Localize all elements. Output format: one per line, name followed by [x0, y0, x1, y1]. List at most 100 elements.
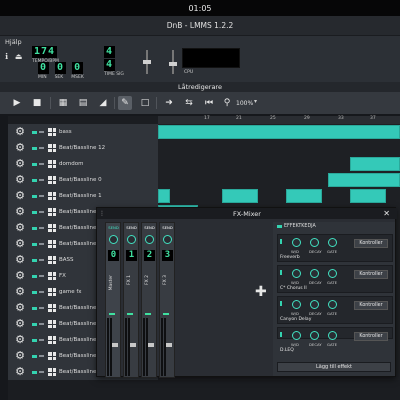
effect-slot[interactable]: W/D DECAY GATE Freeverb Kontroller [277, 234, 393, 262]
pattern-clip[interactable] [328, 173, 400, 187]
pattern-clip[interactable] [286, 189, 322, 203]
gear-icon[interactable]: ⚙ [14, 222, 26, 234]
channel-mute-led[interactable] [127, 313, 133, 315]
gear-icon[interactable]: ⚙ [14, 302, 26, 314]
effect-knob[interactable] [328, 331, 337, 340]
effect-controls-button[interactable]: Kontroller [354, 270, 388, 279]
play-icon[interactable]: ▶ [10, 96, 24, 110]
track-header[interactable]: ⚙ domdom [8, 156, 158, 172]
solo-led[interactable] [39, 195, 44, 197]
send-button[interactable]: SEND [143, 225, 156, 231]
solo-led[interactable] [39, 211, 44, 213]
effect-knob[interactable] [328, 238, 337, 247]
channel-mute-led[interactable] [109, 313, 115, 315]
solo-led[interactable] [39, 131, 44, 133]
gear-icon[interactable]: ⚙ [14, 366, 26, 378]
gear-icon[interactable]: ⚙ [14, 158, 26, 170]
solo-led[interactable] [39, 243, 44, 245]
mixer-channel-master[interactable]: SEND 0 Master [105, 222, 121, 378]
channel-fader[interactable] [112, 343, 118, 347]
mute-led[interactable] [32, 322, 37, 326]
add-sample-track-icon[interactable]: ▤ [76, 96, 90, 110]
stop-behaviour-icon[interactable]: ⏮ [202, 96, 216, 110]
effect-enable-led[interactable] [280, 332, 282, 337]
track-row[interactable]: ⚙ Beat/Bassline 12 [8, 140, 400, 156]
chain-enable-led[interactable] [277, 225, 282, 228]
metronome-icon[interactable]: ⏏ [14, 52, 23, 61]
track-name[interactable]: BASS [59, 257, 74, 263]
solo-led[interactable] [39, 371, 44, 373]
channel-fader[interactable] [130, 343, 136, 347]
add-beat-track-icon[interactable]: ▦ [56, 96, 70, 110]
mixer-channel[interactable]: SEND 2 FX 2 [141, 222, 157, 378]
track-lane[interactable] [158, 124, 400, 140]
track-lane[interactable] [158, 188, 400, 204]
close-icon[interactable]: ✕ [383, 209, 390, 218]
mixer-channel[interactable]: SEND 1 FX 1 [123, 222, 139, 378]
solo-led[interactable] [39, 275, 44, 277]
track-header[interactable]: ⚙ Beat/Bassline 12 [8, 140, 158, 156]
pattern-clip[interactable] [158, 125, 400, 139]
pattern-clip[interactable] [350, 157, 400, 171]
master-pitch-slider[interactable] [169, 50, 177, 74]
mute-led[interactable] [32, 130, 37, 134]
gear-icon[interactable]: ⚙ [14, 350, 26, 362]
channel-mute-led[interactable] [163, 313, 169, 315]
pattern-clip[interactable] [350, 189, 386, 203]
effect-knob[interactable] [328, 269, 337, 278]
track-row[interactable]: ⚙ bass [8, 124, 400, 140]
effect-knob[interactable] [292, 238, 301, 247]
gear-icon[interactable]: ⚙ [14, 334, 26, 346]
effect-slot[interactable]: W/D DECAY GATE Canyon Delay Kontroller [277, 296, 393, 324]
master-volume-knob[interactable] [143, 60, 151, 64]
gear-icon[interactable]: ⚙ [14, 142, 26, 154]
track-lane[interactable] [158, 172, 400, 188]
timeline-ruler[interactable]: 17 21 25 29 33 37 [158, 116, 400, 124]
gear-icon[interactable]: ⚙ [14, 318, 26, 330]
time-signature[interactable]: 4 4 TIME SIG [104, 46, 124, 77]
mute-led[interactable] [32, 290, 37, 294]
send-button[interactable]: SEND [125, 225, 138, 231]
master-pitch-knob[interactable] [169, 62, 177, 66]
send-amount-knob[interactable] [127, 235, 136, 244]
solo-led[interactable] [39, 259, 44, 261]
mute-led[interactable] [32, 242, 37, 246]
loop-points-icon[interactable]: ⇆ [182, 96, 196, 110]
effect-enable-led[interactable] [280, 239, 282, 244]
effect-slot[interactable]: W/D DECAY GATE D.LEQ Kontroller [277, 327, 393, 353]
channel-fader[interactable] [166, 343, 172, 347]
mute-led[interactable] [32, 146, 37, 150]
solo-led[interactable] [39, 227, 44, 229]
mute-led[interactable] [32, 258, 37, 262]
info-icon[interactable]: ℹ [2, 52, 11, 61]
solo-led[interactable] [39, 291, 44, 293]
send-amount-knob[interactable] [109, 235, 118, 244]
draw-mode-icon[interactable]: ✎ [118, 96, 132, 110]
effect-knob[interactable] [292, 300, 301, 309]
stop-icon[interactable]: ■ [30, 96, 44, 110]
mute-led[interactable] [32, 274, 37, 278]
mute-led[interactable] [32, 306, 37, 310]
effect-controls-button[interactable]: Kontroller [354, 332, 388, 341]
effect-chain-header[interactable]: EFFEKTKEDJA [277, 224, 316, 229]
track-row[interactable]: ⚙ Beat/Bassline 1 [8, 188, 400, 204]
track-row[interactable]: ⚙ Beat/Bassline 0 [8, 172, 400, 188]
track-header[interactable]: ⚙ bass [8, 124, 158, 140]
send-button[interactable]: SEND [107, 225, 120, 231]
track-lane[interactable] [158, 156, 400, 172]
solo-led[interactable] [39, 339, 44, 341]
mute-led[interactable] [32, 354, 37, 358]
effect-slot[interactable]: W/D DECAY GATE C* Chorus II Kontroller [277, 265, 393, 293]
effect-enable-led[interactable] [280, 301, 282, 306]
mute-led[interactable] [32, 162, 37, 166]
track-lane[interactable] [158, 140, 400, 156]
track-name[interactable]: game fx [59, 289, 82, 295]
gear-icon[interactable]: ⚙ [14, 270, 26, 282]
gear-icon[interactable]: ⚙ [14, 174, 26, 186]
track-header[interactable]: ⚙ Beat/Bassline 0 [8, 172, 158, 188]
effect-controls-button[interactable]: Kontroller [354, 239, 388, 248]
effect-controls-button[interactable]: Kontroller [354, 301, 388, 310]
gear-icon[interactable]: ⚙ [14, 190, 26, 202]
track-row[interactable]: ⚙ domdom [8, 156, 400, 172]
solo-led[interactable] [39, 163, 44, 165]
